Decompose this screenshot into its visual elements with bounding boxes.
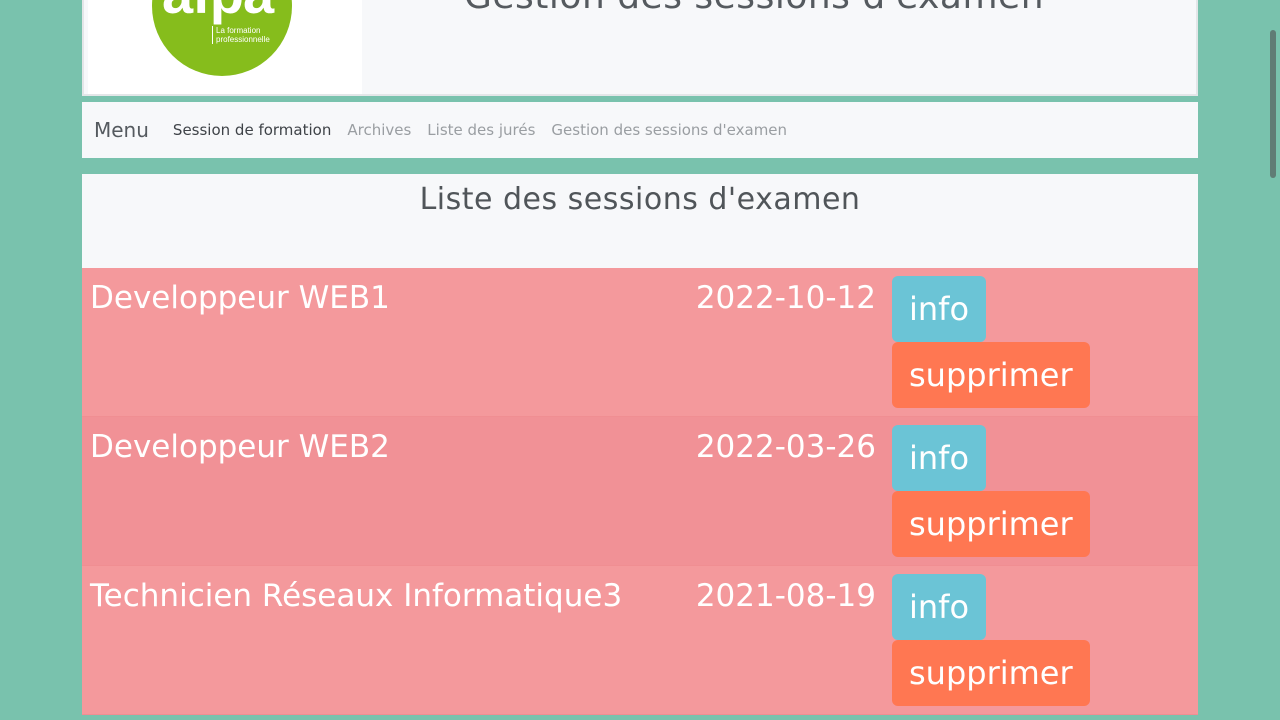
session-row: Technicien Réseaux Informatique3 2021-08… xyxy=(82,566,1198,715)
logo-tagline: La formation professionnelle xyxy=(212,26,286,44)
nav-brand-menu[interactable]: Menu xyxy=(94,118,149,142)
scrollbar[interactable] xyxy=(1265,0,1280,720)
session-date: 2022-10-12 xyxy=(695,280,876,316)
sessions-list: Developpeur WEB1 2022-10-12 info supprim… xyxy=(82,268,1198,715)
delete-button[interactable]: supprimer xyxy=(892,640,1090,706)
session-name: Technicien Réseaux Informatique3 xyxy=(90,578,623,614)
site-header: afpa La formation professionnelle Gestio… xyxy=(82,0,1198,96)
info-button[interactable]: info xyxy=(892,425,987,491)
session-name: Developpeur WEB1 xyxy=(90,280,390,316)
nav-link-gestion-des-sessions[interactable]: Gestion des sessions d'examen xyxy=(551,121,787,139)
nav-link-archives[interactable]: Archives xyxy=(347,121,411,139)
session-name: Developpeur WEB2 xyxy=(90,429,390,465)
delete-button[interactable]: supprimer xyxy=(892,342,1090,408)
scrollbar-thumb[interactable] xyxy=(1270,30,1276,178)
session-row: Developpeur WEB1 2022-10-12 info supprim… xyxy=(82,268,1198,417)
info-button[interactable]: info xyxy=(892,276,987,342)
session-date: 2022-03-26 xyxy=(695,429,876,465)
page-title: Liste des sessions d'examen xyxy=(419,182,861,217)
logo[interactable]: afpa La formation professionnelle xyxy=(88,0,362,94)
info-button[interactable]: info xyxy=(892,574,987,640)
session-date: 2021-08-19 xyxy=(695,578,876,614)
navbar: Menu Session de formation Archives Liste… xyxy=(82,102,1198,158)
site-title: Gestion des sessions d'examen xyxy=(464,0,1044,17)
session-row: Developpeur WEB2 2022-03-26 info supprim… xyxy=(82,417,1198,566)
nav-link-session-de-formation[interactable]: Session de formation xyxy=(173,121,331,139)
nav-link-liste-des-jures[interactable]: Liste des jurés xyxy=(427,121,535,139)
logo-wordmark: afpa xyxy=(162,0,274,22)
delete-button[interactable]: supprimer xyxy=(892,491,1090,557)
list-panel: Liste des sessions d'examen xyxy=(82,174,1198,268)
